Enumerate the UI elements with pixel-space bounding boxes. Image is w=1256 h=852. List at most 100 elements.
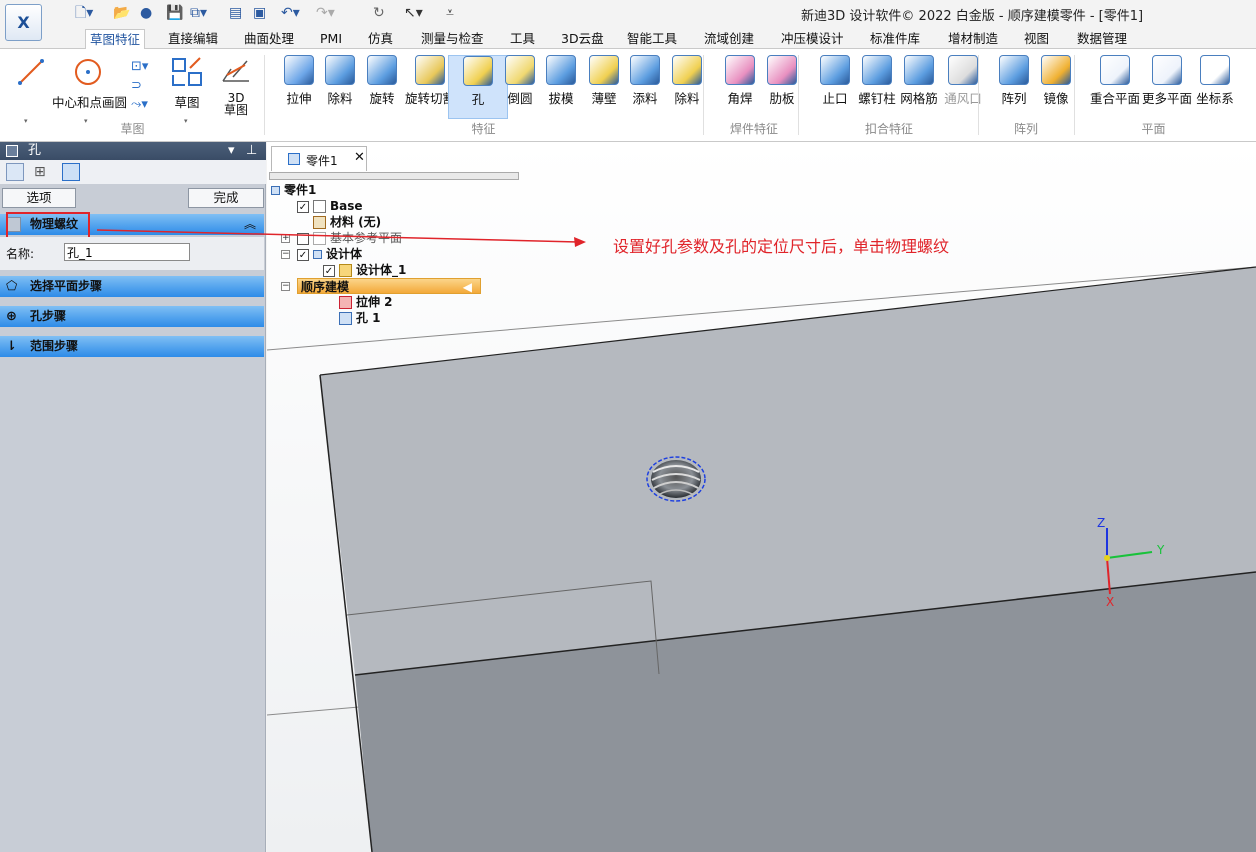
pattern-icon <box>999 55 1029 85</box>
tab-10[interactable]: 冲压模设计 <box>777 29 848 50</box>
tab-12[interactable]: 增材制造 <box>944 29 1002 50</box>
sketch-label: 草图 <box>174 95 200 110</box>
revolve-icon <box>367 55 397 85</box>
coordinate-system-icon <box>1200 55 1230 85</box>
group-label-sketch: 草图 <box>120 122 145 136</box>
tree-design-body[interactable]: ✓ 设计体 <box>297 246 362 262</box>
triad-z-label: Z <box>1097 516 1106 530</box>
ribbon-label: 除料 <box>674 91 700 106</box>
tab-5[interactable]: 测量与检查 <box>417 29 488 50</box>
tab-4[interactable]: 仿真 <box>364 29 397 50</box>
hole-icon <box>463 56 493 86</box>
undo-icon[interactable]: ↶▾ <box>281 4 300 22</box>
ribbon-label: 肋板 <box>769 91 795 106</box>
rib-plate-icon <box>767 55 797 85</box>
new-file-icon[interactable]: 🗋▾ <box>75 4 93 22</box>
circle-icon <box>75 59 101 85</box>
tree-base[interactable]: ✓ Base <box>297 198 363 214</box>
ribbon-weld_group-item-1[interactable]: 肋板 <box>752 55 812 107</box>
ribbon-plane_group-item-0[interactable]: 重合平面 <box>1085 55 1145 107</box>
sketch-3d-button[interactable]: 3D 草图 <box>219 55 253 116</box>
layer-icon[interactable] <box>62 163 80 181</box>
step-extent[interactable]: ⇂ 范围步骤 <box>0 336 264 357</box>
screw-boss-icon <box>862 55 892 85</box>
check-icon[interactable]: ▣ <box>253 4 266 22</box>
tree-sequential[interactable]: 顺序建模 ◀ <box>297 278 481 294</box>
tree-material[interactable]: 材料 (无) <box>313 214 381 230</box>
customize-icon[interactable]: ⩡ <box>446 4 454 22</box>
mirror-icon <box>1041 55 1071 85</box>
panel-icon <box>6 145 18 157</box>
vent-icon <box>948 55 978 85</box>
properties-icon[interactable]: ▤ <box>229 4 242 22</box>
open-file-icon[interactable]: 📂 <box>113 4 130 22</box>
panel-title: 孔 <box>28 143 42 158</box>
save-as-icon[interactable]: ⧉▾ <box>190 4 207 22</box>
tab-6[interactable]: 工具 <box>506 29 539 50</box>
sketch-button[interactable]: 草图 <box>170 55 204 111</box>
step-hole[interactable]: ⊕ 孔步骤 <box>0 306 264 327</box>
hole-command-panel: 孔 ▾ ⊥ ⊞ 选项 完成 物理螺纹 ︽ 名称: ⬠ 选择平面步骤 ⊕ 孔步骤 … <box>0 142 266 852</box>
window-title: 新迪3D 设计软件© 2022 白金版 - 顺序建模零件 - [零件1] <box>801 9 1144 24</box>
tab-0[interactable]: 草图特征 <box>85 29 146 50</box>
name-input[interactable] <box>64 243 190 261</box>
ribbon-label: 镜像 <box>1043 91 1069 106</box>
finish-button[interactable]: 完成 <box>188 188 264 208</box>
cloud-icon[interactable]: ● <box>140 4 152 22</box>
tab-9[interactable]: 流域创建 <box>700 29 758 50</box>
tab-13[interactable]: 视图 <box>1020 29 1053 50</box>
tab-8[interactable]: 智能工具 <box>623 29 681 50</box>
name-label: 名称: <box>6 247 35 261</box>
hole-step-icon: ⊕ <box>6 309 17 324</box>
ribbon-array_group-item-1[interactable]: 镜像 <box>1026 55 1086 107</box>
tab-11[interactable]: 标准件库 <box>866 29 924 50</box>
tab-1[interactable]: 直接编辑 <box>164 29 222 50</box>
name-row: 名称: <box>0 237 264 270</box>
extent-step-icon: ⇂ <box>6 339 17 354</box>
save-icon[interactable]: 💾 <box>166 4 183 22</box>
repeat-icon[interactable]: ↻ <box>373 4 385 22</box>
tab-7[interactable]: 3D云盘 <box>557 29 608 50</box>
collapse-tree-icon[interactable]: − <box>281 250 290 259</box>
step-select-plane[interactable]: ⬠ 选择平面步骤 <box>0 276 264 297</box>
tree-root[interactable]: 零件1 <box>271 182 316 198</box>
collapse-tree-icon[interactable]: − <box>281 282 290 291</box>
tree-hole[interactable]: 孔 1 <box>339 310 381 326</box>
line-tool-button[interactable] <box>14 55 48 89</box>
group-label-features: 特征 <box>471 122 496 136</box>
tree-ref-planes[interactable]: 基本参考平面 <box>297 230 402 246</box>
triad-y-label: Y <box>1157 543 1165 557</box>
panel-menu-icon[interactable]: ▾ <box>228 142 235 160</box>
ribbon-label: 坐标系 <box>1196 91 1234 106</box>
more-planes-icon <box>1152 55 1182 85</box>
tab-14[interactable]: 数据管理 <box>1073 29 1131 50</box>
tab-2[interactable]: 曲面处理 <box>240 29 298 50</box>
tree-extrude[interactable]: 拉伸 2 <box>339 294 393 310</box>
document-tab[interactable]: 零件1 ✕ <box>271 146 367 171</box>
ribbon-features_group-item-9[interactable]: 除料 <box>657 55 717 107</box>
pin-icon[interactable]: ⊥ <box>246 142 257 160</box>
sketch-icon <box>172 57 202 86</box>
tab-3[interactable]: PMI <box>316 29 346 50</box>
panel-toolbar: ⊞ <box>0 160 266 184</box>
group-label-plane: 平面 <box>1141 122 1166 136</box>
options-button[interactable]: 选项 <box>2 188 76 208</box>
group-label-snap: 扣合特征 <box>864 122 913 136</box>
feature-list-icon[interactable] <box>6 163 24 181</box>
tree-icon[interactable]: ⊞ <box>34 164 46 180</box>
ribbon-plane_group-item-2[interactable]: 坐标系 <box>1185 55 1245 107</box>
panel-header: 孔 ▾ ⊥ <box>0 142 266 160</box>
collapse-icon[interactable]: ︽ <box>244 214 256 235</box>
redo-icon[interactable]: ↷▾ <box>316 4 335 22</box>
group-label-array: 阵列 <box>1013 122 1038 136</box>
revolve-cut-icon <box>415 55 445 85</box>
close-tab-icon[interactable]: ✕ <box>354 150 365 165</box>
part-icon <box>288 153 300 165</box>
expand-icon[interactable]: + <box>281 234 290 243</box>
step-label: 选择平面步骤 <box>30 279 103 293</box>
small-sketch-tools[interactable]: ⊡▾ ⊃ ⤳▾ <box>131 57 148 114</box>
select-arrow-icon[interactable]: ↖▾ <box>404 4 423 22</box>
tree-design-body-1[interactable]: ✓ 设计体_1 <box>323 262 406 278</box>
circle-center-button[interactable]: 中心和点画圆 <box>52 55 127 111</box>
tree-splitter[interactable] <box>269 172 519 180</box>
